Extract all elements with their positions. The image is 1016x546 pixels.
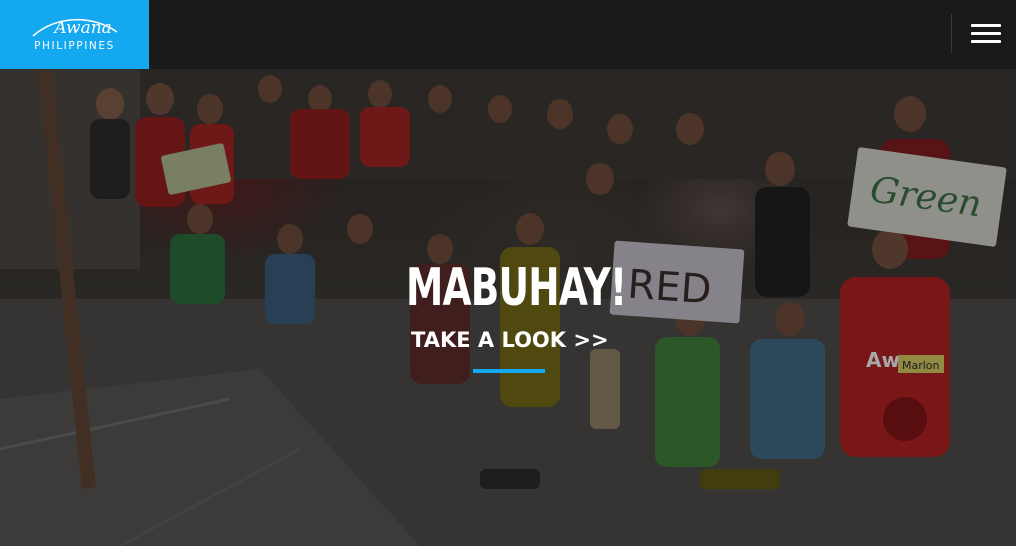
logo-mark: Awana — [29, 17, 121, 39]
top-navigation-bar: Awana PHILIPPINES — [0, 0, 1016, 69]
hero-banner: Green RED Awana Marlon MABUHAY! TAKE A L… — [0, 69, 1016, 546]
menu-bar-top — [971, 24, 1001, 27]
logo-wordmark: Awana — [54, 18, 112, 38]
take-a-look-link[interactable]: TAKE A LOOK >> — [411, 327, 609, 353]
hamburger-menu-icon[interactable] — [965, 20, 1007, 48]
menu-bar-bottom — [971, 40, 1001, 43]
logo-subtitle: PHILIPPINES — [34, 40, 115, 52]
header-divider — [951, 14, 952, 53]
menu-bar-middle — [971, 32, 1001, 35]
cta-accent-bar — [473, 369, 545, 373]
hero-headline: MABUHAY! — [406, 258, 627, 318]
awana-philippines-logo[interactable]: Awana PHILIPPINES — [0, 0, 149, 69]
